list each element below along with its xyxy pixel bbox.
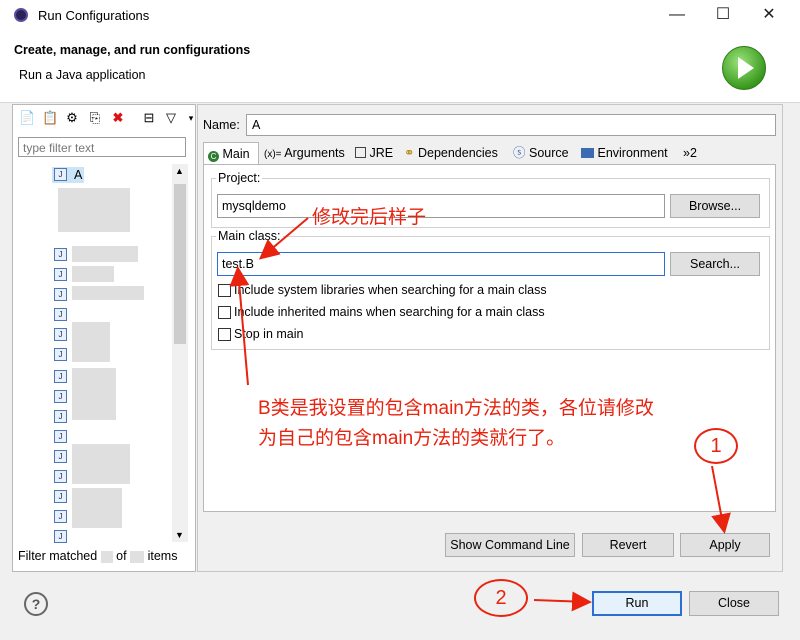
arrow-to-class-name: [229, 266, 250, 386]
annotation-explain-line1: B类是我设置的包含main方法的类，各位请修改: [258, 398, 654, 419]
arrow-to-main-class: [258, 217, 309, 260]
annotation-explain-line2: 为自己的包含main方法的类就行了。: [258, 428, 566, 449]
arrow-to-run: [533, 591, 592, 612]
arrow-to-apply: [711, 465, 731, 534]
annotation-modified-note: 修改完后样子: [312, 207, 427, 228]
step-2-marker: 2: [474, 579, 528, 617]
annotation-arrows: [229, 217, 731, 612]
step-1-marker: 1: [694, 428, 738, 464]
